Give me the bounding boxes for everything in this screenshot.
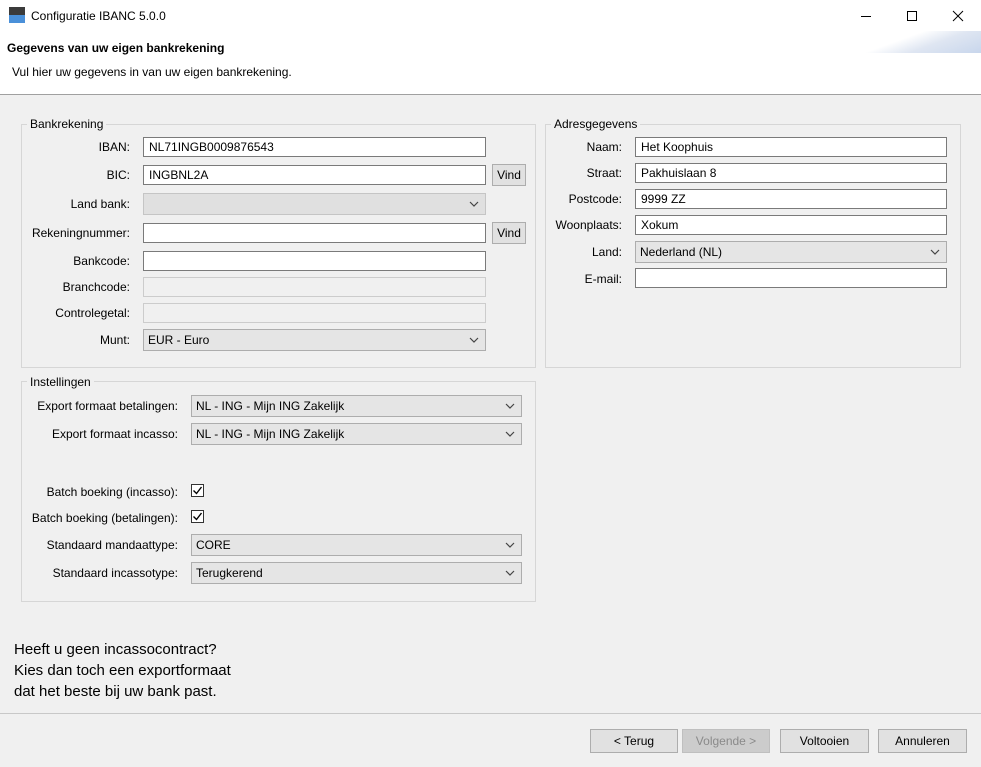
straat-label: Straat:	[586, 166, 622, 180]
controlegetal-label: Controlegetal:	[55, 306, 130, 320]
back-button[interactable]: < Terug	[590, 729, 678, 753]
chevron-down-icon	[505, 570, 515, 576]
bankcode-label: Bankcode:	[73, 254, 130, 268]
incasso-info-text: Heeft u geen incassocontract? Kies dan t…	[14, 639, 231, 702]
cancel-button[interactable]: Annuleren	[878, 729, 967, 753]
munt-label: Munt:	[99, 333, 130, 347]
chevron-down-icon	[930, 249, 940, 255]
export-betalingen-label: Export formaat betalingen:	[37, 399, 178, 413]
incassotype-value: Terugkerend	[196, 566, 263, 580]
maximize-button[interactable]	[889, 0, 935, 31]
next-button[interactable]: Volgende >	[682, 729, 770, 753]
app-icon	[9, 7, 25, 23]
chevron-down-icon	[505, 431, 515, 437]
controlegetal-field	[143, 303, 486, 323]
chevron-down-icon	[505, 542, 515, 548]
email-label: E-mail:	[584, 272, 622, 286]
munt-select[interactable]: EUR - Euro	[143, 329, 486, 351]
minimize-button[interactable]	[843, 0, 889, 31]
land-select[interactable]: Nederland (NL)	[635, 241, 947, 263]
batch-betalingen-checkbox[interactable]	[191, 510, 204, 523]
adresgegevens-group-label: Adresgegevens	[551, 117, 641, 131]
checkmark-icon	[193, 512, 203, 521]
info-line-1: Heeft u geen incassocontract?	[14, 641, 217, 658]
iban-label: IBAN:	[98, 140, 130, 154]
mandaattype-select[interactable]: CORE	[191, 534, 522, 556]
land-label: Land:	[591, 245, 622, 259]
mandaattype-value: CORE	[196, 538, 231, 552]
page-subtitle: Vul hier uw gegevens in van uw eigen ban…	[12, 65, 292, 79]
info-line-3: dat het beste bij uw bank past.	[14, 683, 217, 700]
woonplaats-label: Woonplaats:	[555, 218, 623, 232]
land-bank-label: Land bank:	[70, 197, 130, 211]
batch-betalingen-label: Batch boeking (betalingen):	[31, 511, 178, 525]
header-decoration	[861, 31, 981, 53]
close-icon	[952, 10, 964, 21]
email-field[interactable]	[635, 268, 947, 288]
bic-label: BIC:	[106, 168, 130, 182]
naam-field[interactable]: Het Koophuis	[635, 137, 947, 157]
export-incasso-value: NL - ING - Mijn ING Zakelijk	[196, 427, 345, 441]
incassotype-select[interactable]: Terugkerend	[191, 562, 522, 584]
postcode-label: Postcode:	[568, 192, 622, 206]
bankrekening-group-label: Bankrekening	[27, 117, 107, 131]
checkmark-icon	[193, 486, 203, 495]
finish-button[interactable]: Voltooien	[780, 729, 869, 753]
straat-field[interactable]: Pakhuislaan 8	[635, 163, 947, 183]
naam-label: Naam:	[586, 140, 622, 154]
page-title: Gegevens van uw eigen bankrekening	[7, 41, 225, 55]
rekeningnummer-label: Rekeningnummer:	[31, 226, 130, 240]
export-incasso-label: Export formaat incasso:	[51, 427, 178, 441]
postcode-field[interactable]: 9999 ZZ	[635, 189, 947, 209]
incassotype-label: Standaard incassotype:	[52, 566, 178, 580]
batch-incasso-label: Batch boeking (incasso):	[46, 485, 178, 499]
maximize-icon	[907, 10, 917, 21]
title-bar: Configuratie IBANC 5.0.0	[0, 0, 981, 31]
window-title: Configuratie IBANC 5.0.0	[31, 9, 166, 23]
instellingen-group-label: Instellingen	[27, 375, 94, 389]
munt-value: EUR - Euro	[148, 333, 210, 347]
land-value: Nederland (NL)	[640, 245, 723, 259]
batch-incasso-checkbox[interactable]	[191, 484, 204, 497]
woonplaats-field[interactable]: Xokum	[635, 215, 947, 235]
export-betalingen-value: NL - ING - Mijn ING Zakelijk	[196, 399, 345, 413]
wizard-header: Gegevens van uw eigen bankrekening Vul h…	[0, 31, 981, 95]
mandaattype-label: Standaard mandaattype:	[46, 538, 178, 552]
chevron-down-icon	[505, 403, 515, 409]
info-line-2: Kies dan toch een exportformaat	[14, 662, 231, 679]
export-incasso-select[interactable]: NL - ING - Mijn ING Zakelijk	[191, 423, 522, 445]
close-button[interactable]	[935, 0, 981, 31]
chevron-down-icon	[469, 337, 479, 343]
footer-divider	[0, 713, 981, 714]
export-betalingen-select[interactable]: NL - ING - Mijn ING Zakelijk	[191, 395, 522, 417]
minimize-icon	[861, 15, 871, 17]
branchcode-label: Branchcode:	[62, 280, 130, 294]
